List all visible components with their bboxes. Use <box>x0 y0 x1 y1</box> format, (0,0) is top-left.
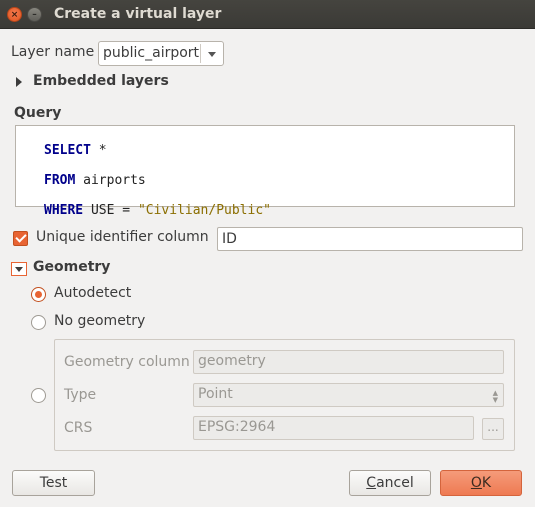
autodetect-radio[interactable] <box>31 287 46 302</box>
type-select[interactable]: Point ▲ ▼ <box>193 383 504 407</box>
geometry-column-label: Geometry column <box>64 354 190 370</box>
geometry-column-field[interactable]: geometry <box>193 350 504 374</box>
manual-geometry-radio[interactable] <box>31 388 46 403</box>
expand-right-icon[interactable] <box>16 77 22 87</box>
crs-label: CRS <box>64 420 93 436</box>
query-label: Query <box>14 105 62 121</box>
query-editor[interactable]: SELECT * FROM airports WHERE USE = "Civi… <box>15 125 515 218</box>
ok-button[interactable]: OK <box>440 470 522 496</box>
unique-id-input[interactable] <box>218 228 522 250</box>
type-label: Type <box>64 387 97 403</box>
minimize-window-icon[interactable]: – <box>27 7 42 22</box>
up-down-arrows-icon: ▲ ▼ <box>492 389 498 404</box>
type-value: Point <box>198 386 233 402</box>
embedded-layers-toggle[interactable]: Embedded layers <box>33 73 169 89</box>
query-line-1: SELECT * <box>44 143 107 158</box>
unique-id-label[interactable]: Unique identifier column <box>36 229 209 245</box>
crs-field[interactable]: EPSG:2964 <box>193 416 474 440</box>
geometry-column-value: geometry <box>198 353 266 369</box>
layer-name-label: Layer name <box>11 44 95 60</box>
cancel-button[interactable]: Cancel <box>349 470 431 496</box>
no-geometry-label[interactable]: No geometry <box>54 313 145 329</box>
geometry-label[interactable]: Geometry <box>33 259 110 275</box>
test-button[interactable]: Test <box>12 470 95 496</box>
window-title: Create a virtual layer <box>54 6 222 22</box>
chevron-down-icon[interactable] <box>208 52 216 57</box>
unique-id-field[interactable] <box>217 227 523 251</box>
unique-id-checkbox[interactable] <box>13 231 28 246</box>
crs-select-button[interactable]: ... <box>482 418 504 440</box>
layer-name-value: public_airports <box>103 45 199 61</box>
combo-separator <box>200 44 201 63</box>
no-geometry-radio[interactable] <box>31 315 46 330</box>
close-window-icon[interactable]: × <box>7 7 22 22</box>
query-line-2: FROM airports <box>44 173 146 188</box>
crs-value: EPSG:2964 <box>198 419 276 435</box>
layer-name-combobox[interactable]: public_airports <box>98 41 224 66</box>
query-line-3: WHERE USE = "Civilian/Public" <box>44 203 271 218</box>
autodetect-label[interactable]: Autodetect <box>54 285 131 301</box>
title-bar: × – Create a virtual layer <box>0 0 535 29</box>
geometry-collapse-toggle[interactable] <box>11 262 27 276</box>
